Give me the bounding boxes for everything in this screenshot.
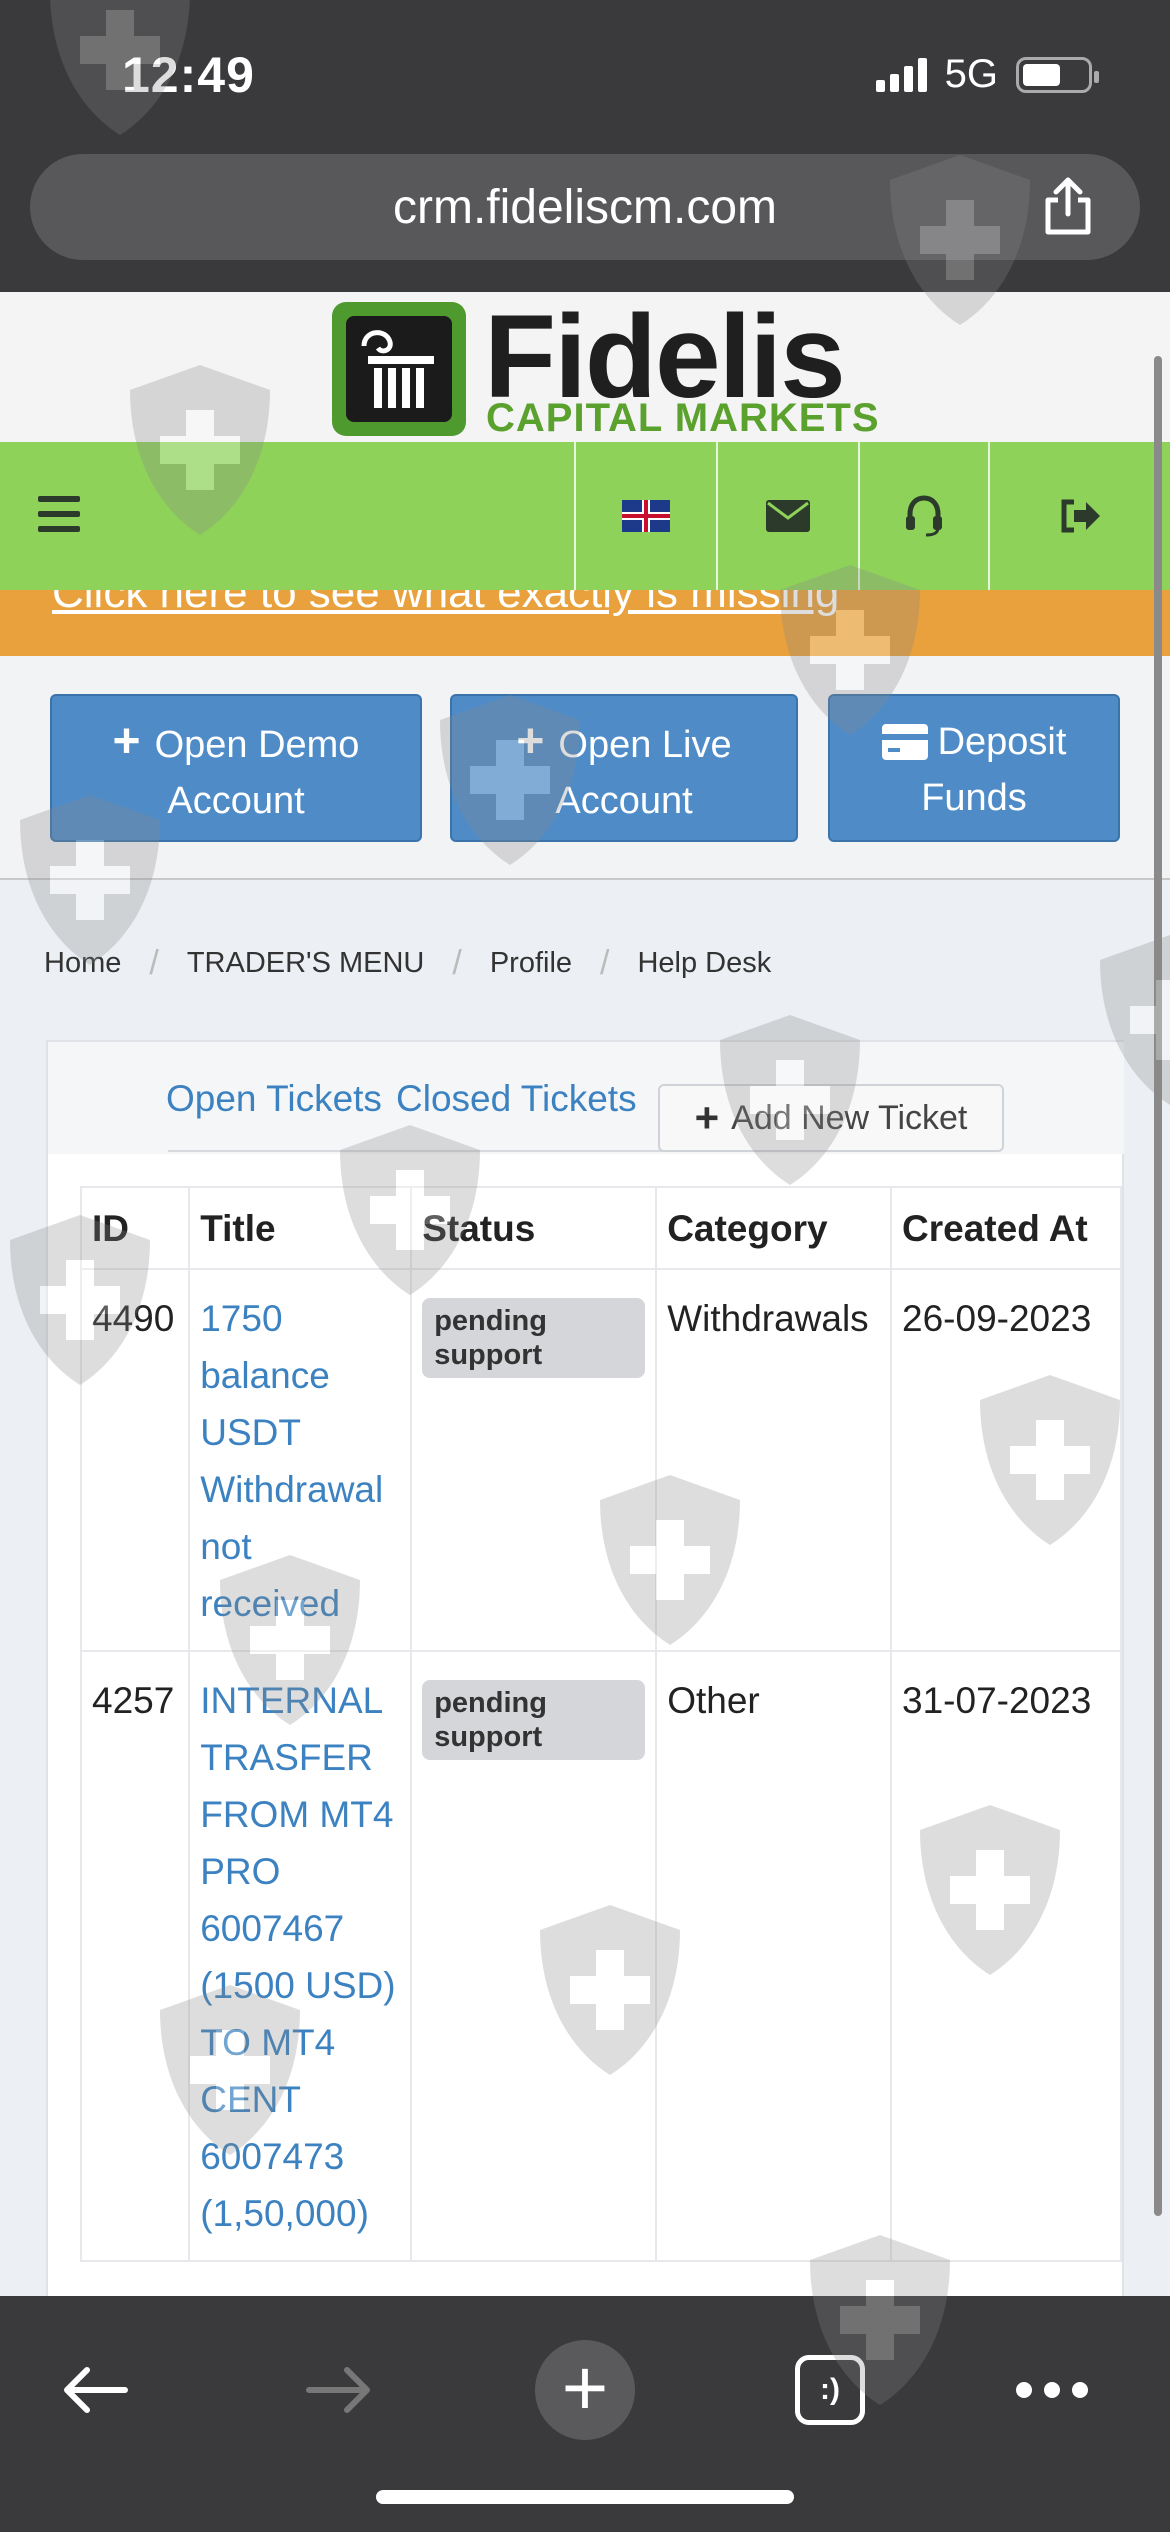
page-scrollbar[interactable] <box>1154 356 1162 2216</box>
tab-open-tickets[interactable]: Open Tickets <box>166 1078 382 1120</box>
tab-counter: :) <box>795 2355 865 2425</box>
notice-link[interactable]: Click here to see what exactly is missin… <box>52 590 839 618</box>
language-button[interactable] <box>574 442 716 590</box>
status-badge: pending support <box>422 1680 646 1760</box>
deposit-label: Deposit Funds <box>921 721 1067 819</box>
brand-subtitle: CAPITAL MARKETS <box>486 396 880 440</box>
breadcrumb-traders-menu[interactable]: TRADER'S MENU <box>187 947 425 980</box>
breadcrumb: Home / TRADER'S MENU / Profile / Help De… <box>44 944 771 983</box>
more-dots-icon <box>1016 2382 1088 2398</box>
browser-top-chrome: 12:49 5G crm.fideliscm.com <box>0 0 1170 292</box>
arrow-right-icon <box>306 2367 370 2413</box>
uk-flag-icon <box>622 500 670 532</box>
breadcrumb-separator: / <box>452 944 462 982</box>
hamburger-menu-icon[interactable] <box>38 496 80 532</box>
ticket-title-cell: 1750 balance USDT Withdrawal not receive… <box>188 1268 413 1652</box>
missing-info-notice[interactable]: Click here to see what exactly is missin… <box>0 590 1170 656</box>
ticket-title-link[interactable]: 1750 balance USDT Withdrawal not receive… <box>200 1290 400 1632</box>
tab-closed-tickets[interactable]: Closed Tickets <box>396 1078 637 1120</box>
status-time: 12:49 <box>122 47 255 103</box>
tabs-button[interactable]: :) <box>780 2340 880 2440</box>
ticket-status-cell: pending support <box>410 1650 658 2262</box>
plus-icon: + <box>516 715 545 768</box>
messages-button[interactable] <box>716 442 858 590</box>
headset-icon <box>906 495 942 537</box>
url-bar[interactable]: crm.fideliscm.com <box>30 154 1140 260</box>
column-header-status[interactable]: Status <box>410 1186 658 1270</box>
signal-icon <box>875 57 927 92</box>
ticket-id: 4490 <box>79 1268 191 1652</box>
ticket-id: 4257 <box>79 1650 191 2262</box>
status-icons: 5G <box>875 52 1099 97</box>
logout-button[interactable] <box>988 442 1170 590</box>
table-header-row: ID Title Status Category Created At <box>79 1186 1122 1270</box>
envelope-icon <box>766 500 810 532</box>
column-header-category[interactable]: Category <box>655 1186 893 1270</box>
plus-icon: + <box>694 1094 720 1141</box>
logo-header: Fidelis CAPITAL MARKETS <box>0 292 1170 442</box>
more-button[interactable] <box>1002 2340 1102 2440</box>
tickets-table: ID Title Status Category Created At 4490… <box>79 1186 1122 2262</box>
forward-button[interactable] <box>290 2340 390 2440</box>
logo-icon <box>332 302 466 436</box>
ticket-created-at: 26-09-2023 <box>890 1268 1122 1652</box>
column-header-id[interactable]: ID <box>79 1186 191 1270</box>
breadcrumb-home[interactable]: Home <box>44 947 121 980</box>
breadcrumb-separator: / <box>600 944 610 982</box>
battery-icon <box>1016 56 1099 93</box>
credit-card-icon <box>881 724 928 760</box>
share-icon[interactable] <box>1040 176 1096 236</box>
quick-actions: + Open Demo Account + Open Live Account De… <box>0 656 1170 880</box>
column-header-created-at[interactable]: Created At <box>890 1186 1122 1270</box>
url-text: crm.fideliscm.com <box>392 181 778 234</box>
ticket-category: Other <box>655 1650 893 2262</box>
open-live-account-button[interactable]: + Open Live Account <box>450 694 798 842</box>
network-type: 5G <box>944 52 998 96</box>
tickets-tabs: Open Tickets Closed Tickets + Add New Ti… <box>48 1042 1124 1154</box>
table-row: 4257 INTERNAL TRASFER FROM MT4 PRO 60074… <box>79 1650 1122 2262</box>
plus-icon: + <box>112 715 141 768</box>
top-navbar <box>0 442 1170 590</box>
logout-icon <box>1061 499 1100 533</box>
column-header-title[interactable]: Title <box>188 1186 413 1270</box>
open-demo-account-button[interactable]: + Open Demo Account <box>50 694 422 842</box>
new-tab-button[interactable]: + <box>535 2340 635 2440</box>
arrow-left-icon <box>64 2367 128 2413</box>
breadcrumb-help-desk: Help Desk <box>637 947 772 979</box>
home-indicator <box>376 2490 794 2504</box>
support-button[interactable] <box>858 442 988 590</box>
ticket-title-link[interactable]: INTERNAL TRASFER FROM MT4 PRO 6007467 (1… <box>200 1672 400 2242</box>
status-badge: pending support <box>422 1298 646 1378</box>
open-live-label: Open Live Account <box>555 724 732 822</box>
ticket-status-cell: pending support <box>410 1268 658 1652</box>
back-button[interactable] <box>44 2340 144 2440</box>
open-demo-label: Open Demo Account <box>154 724 360 822</box>
add-new-ticket-label: Add New Ticket <box>731 1098 968 1137</box>
table-row: 4490 1750 balance USDT Withdrawal not re… <box>79 1268 1122 1652</box>
plus-icon: + <box>535 2340 635 2440</box>
ticket-title-cell: INTERNAL TRASFER FROM MT4 PRO 6007467 (1… <box>188 1650 413 2262</box>
ticket-created-at: 31-07-2023 <box>890 1650 1122 2262</box>
tickets-panel: Open Tickets Closed Tickets + Add New Ti… <box>46 1040 1124 2300</box>
deposit-funds-button[interactable]: Deposit Funds <box>828 694 1120 842</box>
breadcrumb-separator: / <box>149 944 159 982</box>
add-new-ticket-button[interactable]: + Add New Ticket <box>658 1084 1004 1152</box>
ticket-category: Withdrawals <box>655 1268 893 1652</box>
breadcrumb-profile[interactable]: Profile <box>490 947 572 980</box>
